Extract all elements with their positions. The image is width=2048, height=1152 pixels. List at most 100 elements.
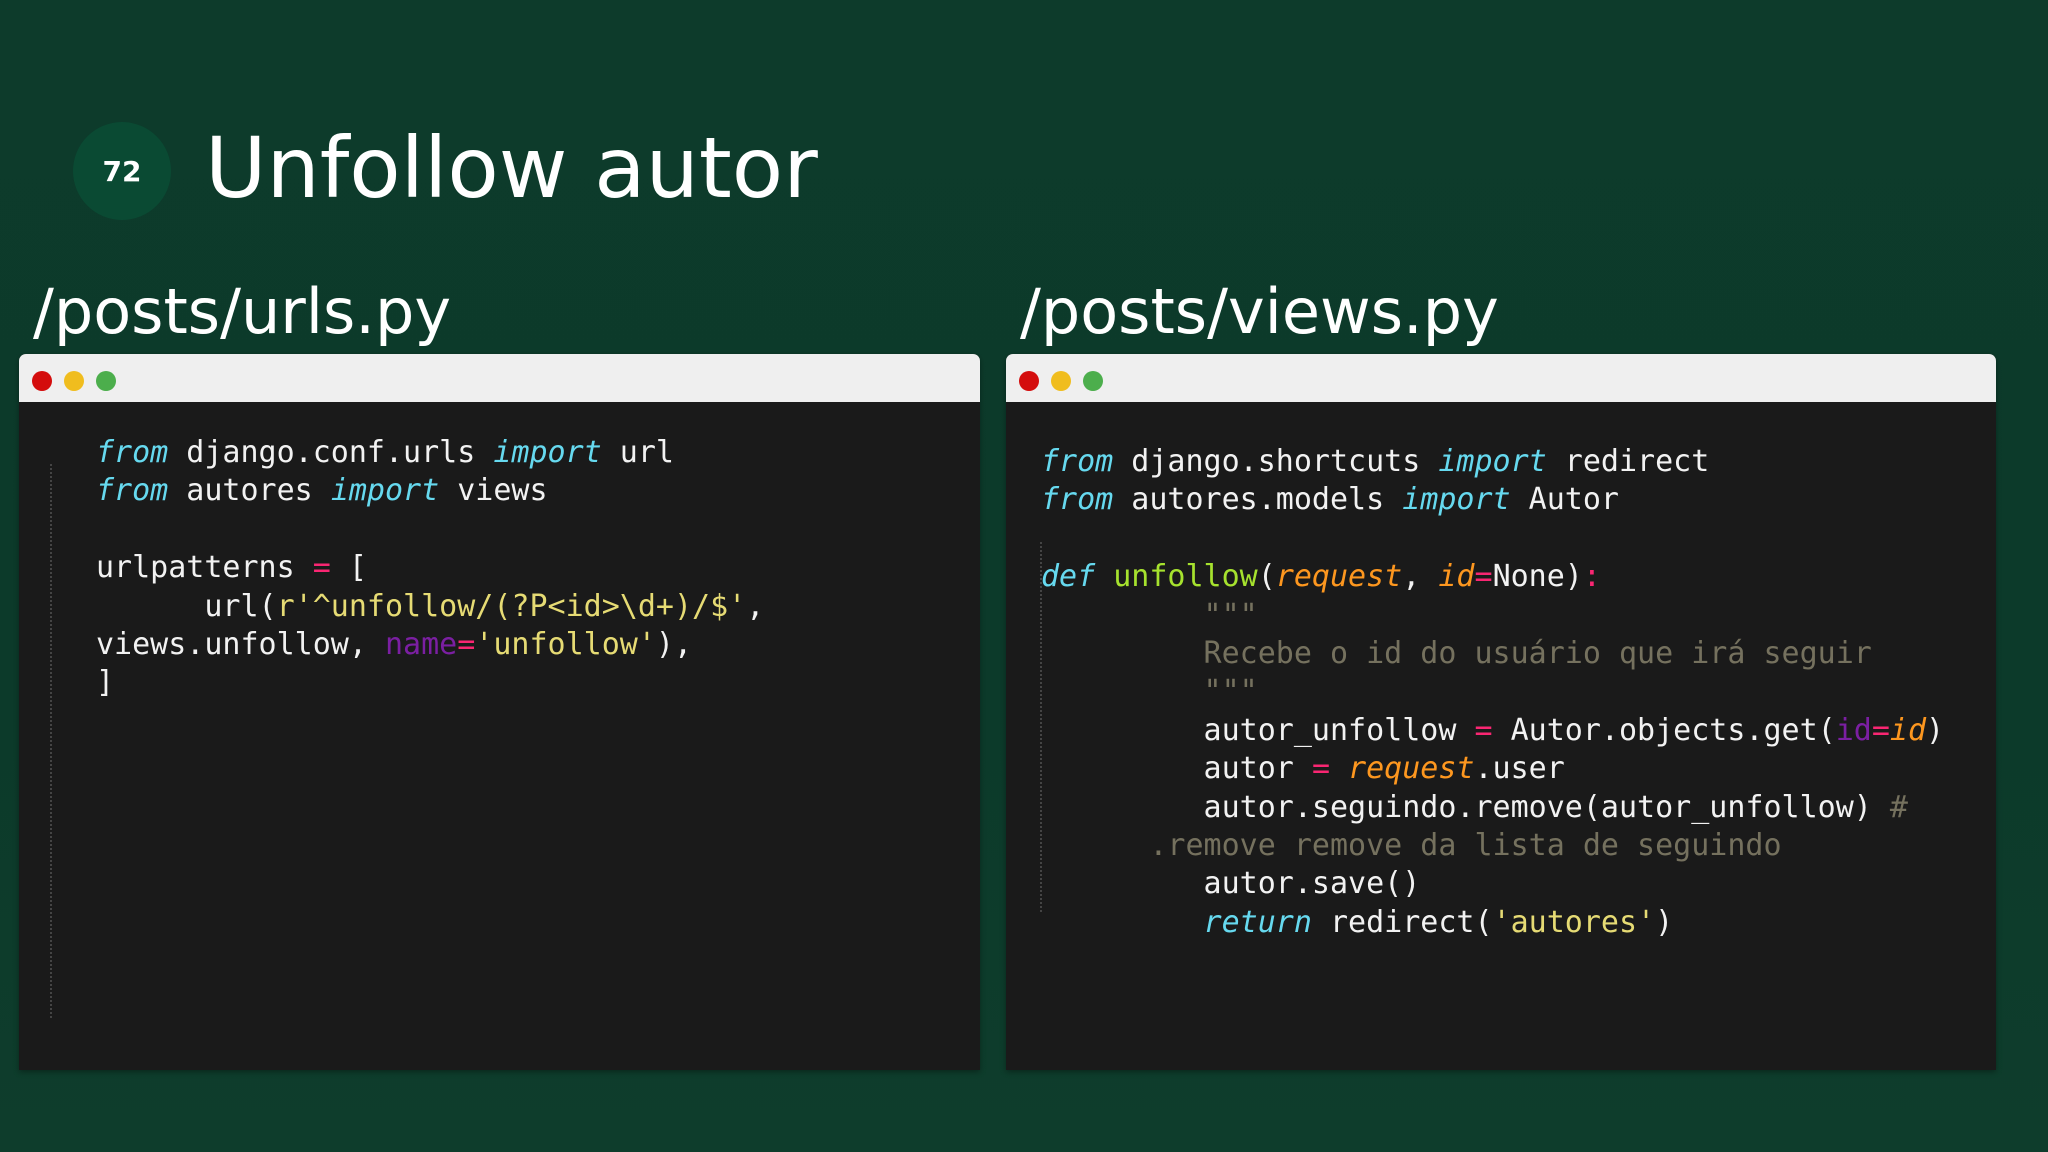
code-token: = [1871, 712, 1890, 748]
code-line: from autores.models import Autor [1041, 481, 1944, 519]
code-token: ) [1926, 712, 1945, 748]
code-block: from django.shortcuts import redirect fro… [1041, 443, 1944, 942]
indent-guide [50, 464, 52, 1018]
code-token: import [330, 473, 440, 509]
code-token: django.conf.urls [168, 435, 494, 470]
code-line: from django.conf.urls import url [96, 434, 764, 472]
code-line: .remove remove da lista de seguindo [1041, 827, 1944, 865]
urls-file-label: /posts/urls.py [33, 275, 452, 348]
code-token: Recebe o id do usuário que irá seguir [1041, 635, 1872, 671]
code-token: ( [1257, 559, 1276, 595]
code-line: autor = request.user [1041, 750, 1944, 788]
code-line: """ [1041, 597, 1944, 635]
code-token: autor [1041, 751, 1312, 787]
code-token: None) [1492, 559, 1583, 595]
code-token: ) [1655, 904, 1674, 940]
code-line: autor.seguindo.remove(autor_unfollow) # [1041, 789, 1944, 827]
code-token: ), [655, 626, 693, 662]
code-token: return [1203, 904, 1312, 940]
code-line: url(r'^unfollow/(?P<id>\d+)/$', [96, 588, 764, 626]
code-token: """ [1041, 674, 1258, 710]
maximize-dot-icon [1083, 371, 1103, 391]
code-token: = [1311, 751, 1330, 787]
slide-number-badge: 72 [73, 122, 171, 220]
code-token: url [601, 435, 674, 470]
code-token: autor_unfollow [1041, 712, 1475, 748]
views-code-window: from django.shortcuts import redirect fro… [1006, 354, 1996, 1070]
code-token: [ [330, 550, 367, 586]
code-line: from django.shortcuts import redirect [1041, 443, 1944, 481]
code-token: Autor.objects.get( [1492, 712, 1836, 748]
code-line: views.unfollow, name='unfollow'), [96, 626, 764, 664]
code-token: redirect( [1311, 904, 1493, 940]
window-titlebar [1006, 354, 1996, 402]
code-token: def [1041, 559, 1096, 595]
code-area: from django.conf.urls import url from aut… [19, 402, 980, 1070]
urls-code-window: from django.conf.urls import url from aut… [19, 354, 980, 1070]
code-token: import [1402, 482, 1511, 518]
code-token: r'^unfollow/(?P<id>\d+)/$' [276, 588, 747, 624]
code-token: views.unfollow, [96, 626, 385, 662]
close-dot-icon [1019, 371, 1039, 391]
code-token: autores.models [1113, 482, 1403, 518]
code-token: autor.save() [1041, 866, 1421, 902]
close-dot-icon [32, 371, 52, 391]
code-token: : [1582, 559, 1601, 595]
code-token: = [1474, 559, 1493, 595]
code-token: django.shortcuts [1113, 444, 1439, 479]
views-file-label: /posts/views.py [1020, 275, 1499, 348]
slide-title: Unfollow autor [205, 119, 818, 217]
code-line: ] [96, 664, 764, 702]
slide-number: 72 [102, 154, 142, 188]
code-token: # [1889, 789, 1908, 825]
code-token: import [493, 435, 602, 470]
code-line: autor_unfollow = Autor.objects.get(id=id… [1041, 712, 1945, 750]
window-titlebar [19, 354, 980, 402]
code-area: from django.shortcuts import redirect fro… [1006, 402, 1996, 1070]
code-line: urlpatterns = [ [96, 549, 764, 587]
code-token: request [1348, 751, 1475, 787]
code-token: urlpatterns [96, 550, 313, 586]
code-token: .remove remove da lista de seguindo [1041, 827, 1782, 863]
code-token: url( [96, 588, 277, 624]
code-line: autor.save() [1041, 865, 1944, 903]
code-token: ] [96, 665, 115, 701]
code-token: , [746, 588, 765, 624]
code-line: """ [1041, 673, 1944, 711]
code-token: 'autores' [1492, 904, 1656, 940]
minimize-dot-icon [1051, 371, 1071, 391]
code-line: Recebe o id do usuário que irá seguir [1041, 635, 1944, 673]
code-token: request [1275, 559, 1403, 595]
code-line: def unfollow(request, id=None): [1041, 558, 1944, 596]
code-token: autor.seguindo.remove(autor_unfollow) [1041, 789, 1890, 825]
code-token: """ [1041, 597, 1258, 633]
code-line: from autores import views [96, 472, 764, 510]
code-token: redirect [1546, 444, 1710, 479]
code-token: = [312, 550, 331, 586]
code-token: , [1402, 559, 1439, 595]
code-token: = [1474, 712, 1493, 748]
code-token: id [1438, 559, 1475, 595]
code-token: import [1438, 444, 1547, 479]
code-token: Autor [1510, 482, 1619, 518]
minimize-dot-icon [64, 371, 84, 391]
code-block: from django.conf.urls import url from aut… [96, 434, 764, 703]
code-token: views [439, 473, 548, 509]
code-token: from [96, 435, 169, 470]
code-token: from [1041, 482, 1114, 518]
code-token: id [1835, 712, 1872, 748]
code-line: return redirect('autores') [1041, 904, 1944, 942]
code-token: unfollow [1113, 559, 1258, 595]
maximize-dot-icon [96, 371, 116, 391]
code-token: from [1041, 444, 1114, 479]
code-token: name [384, 626, 458, 662]
code-token: = [457, 626, 476, 662]
code-token: id [1889, 712, 1927, 748]
code-token: autores [168, 473, 331, 509]
code-token: from [96, 473, 169, 509]
